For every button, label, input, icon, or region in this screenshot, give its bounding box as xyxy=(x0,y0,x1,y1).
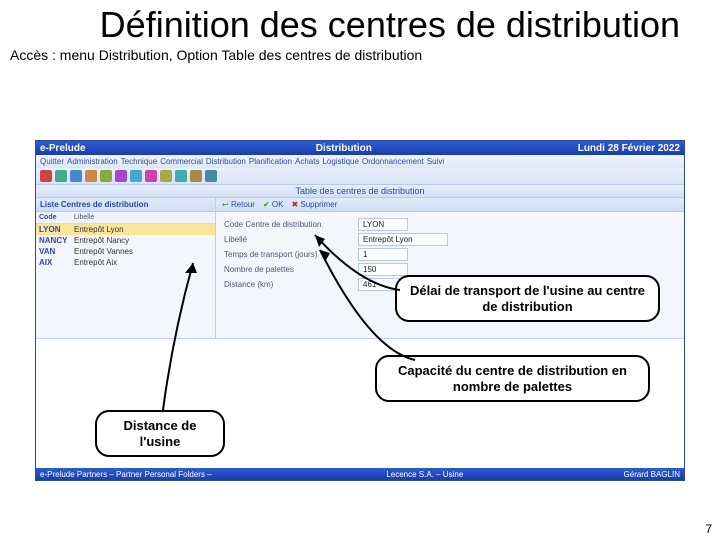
toolbar-icon-5[interactable] xyxy=(115,170,127,182)
access-path: Accès : menu Distribution, Option Table … xyxy=(0,45,720,69)
callout-delay: Délai de transport de l'usine au centre … xyxy=(395,275,660,322)
field-code[interactable]: LYON xyxy=(358,218,408,231)
app-module: Distribution xyxy=(198,143,490,154)
app-brand: e-Prelude xyxy=(36,143,198,154)
menu-planification[interactable]: Planification xyxy=(249,157,292,166)
menu-administration[interactable]: Administration xyxy=(67,157,118,166)
label-delay: Temps de transport (jours) xyxy=(224,250,354,259)
access-prefix: Accès : menu xyxy=(10,47,99,63)
form-toolbar: Retour OK Supprimer xyxy=(216,198,684,212)
menu-achats[interactable]: Achats xyxy=(295,157,319,166)
toolbar-icon-4[interactable] xyxy=(100,170,112,182)
page-number: 7 xyxy=(705,522,712,536)
menu-ordonnancement[interactable]: Ordonnancement xyxy=(362,157,424,166)
field-delay[interactable]: 1 xyxy=(358,248,408,261)
table-row[interactable]: VANEntrepôt Vannes xyxy=(36,246,215,257)
toolbar-icon-7[interactable] xyxy=(145,170,157,182)
cell-code: AIX xyxy=(36,257,71,268)
window-subtitle: Table des centres de distribution xyxy=(36,184,684,198)
cell-code: LYON xyxy=(36,224,71,235)
slide-title: Définition des centres de distribution xyxy=(0,0,720,45)
toolbar-icon-3[interactable] xyxy=(85,170,97,182)
footer-mid: Lecence S.A. – Usine xyxy=(295,470,554,479)
col-code: Code xyxy=(36,212,71,223)
grid-header: Code Libellé xyxy=(36,212,215,224)
menu-logistique[interactable]: Logistique xyxy=(322,157,358,166)
menubar: QuitterAdministrationTechniqueCommercial… xyxy=(36,155,684,168)
toolbar-icon-10[interactable] xyxy=(190,170,202,182)
toolbar-icon-0[interactable] xyxy=(40,170,52,182)
toolbar-icon-6[interactable] xyxy=(130,170,142,182)
list-panel-header: Liste Centres de distribution xyxy=(36,198,215,212)
toolbar-icon-8[interactable] xyxy=(160,170,172,182)
table-row[interactable]: LYONEntrepôt Lyon xyxy=(36,224,215,235)
app-titlebar: e-Prelude Distribution Lundi 28 Février … xyxy=(36,141,684,155)
field-lib[interactable]: Entrepôt Lyon xyxy=(358,233,448,246)
menu-technique[interactable]: Technique xyxy=(121,157,157,166)
callout-distance: Distance de l'usine xyxy=(95,410,225,457)
cell-lib: Entrepôt Nancy xyxy=(71,235,215,246)
label-lib: Libellé xyxy=(224,235,354,244)
footer-right: Gérard BAGLIN xyxy=(554,470,684,479)
app-date: Lundi 28 Février 2022 xyxy=(490,143,684,154)
grid-body: LYONEntrepôt LyonNANCYEntrepôt NancyVANE… xyxy=(36,224,215,268)
toolbar-icon-11[interactable] xyxy=(205,170,217,182)
field-cap[interactable]: 150 xyxy=(358,263,408,276)
label-code: Code Centre de distribution xyxy=(224,220,354,229)
ok-button[interactable]: OK xyxy=(263,200,284,209)
app-footer: e-Prelude Partners – Partner Personal Fo… xyxy=(36,468,684,480)
label-dist: Distance (km) xyxy=(224,280,354,289)
toolbar-icon-9[interactable] xyxy=(175,170,187,182)
callout-capacity: Capacité du centre de distribution en no… xyxy=(375,355,650,402)
toolbar-icon-2[interactable] xyxy=(70,170,82,182)
col-lib: Libellé xyxy=(71,212,215,223)
table-row[interactable]: AIXEntrepôt Aix xyxy=(36,257,215,268)
table-row[interactable]: NANCYEntrepôt Nancy xyxy=(36,235,215,246)
list-panel: Liste Centres de distribution Code Libel… xyxy=(36,198,216,338)
toolbar-icon-1[interactable] xyxy=(55,170,67,182)
label-cap: Nombre de palettes xyxy=(224,265,354,274)
menu-quitter[interactable]: Quitter xyxy=(40,157,64,166)
menu-distribution[interactable]: Distribution xyxy=(206,157,246,166)
return-button[interactable]: Retour xyxy=(222,200,255,209)
footer-left: e-Prelude Partners – Partner Personal Fo… xyxy=(36,470,295,479)
cell-lib: Entrepôt Vannes xyxy=(71,246,215,257)
access-path-value: Distribution, Option Table des centres d… xyxy=(99,47,422,63)
toolbar-icons xyxy=(36,168,684,184)
delete-button[interactable]: Supprimer xyxy=(291,200,337,209)
cell-code: VAN xyxy=(36,246,71,257)
cell-lib: Entrepôt Aix xyxy=(71,257,215,268)
menu-suivi[interactable]: Suivi xyxy=(427,157,444,166)
menu-commercial[interactable]: Commercial xyxy=(160,157,203,166)
cell-lib: Entrepôt Lyon xyxy=(71,224,215,235)
cell-code: NANCY xyxy=(36,235,71,246)
